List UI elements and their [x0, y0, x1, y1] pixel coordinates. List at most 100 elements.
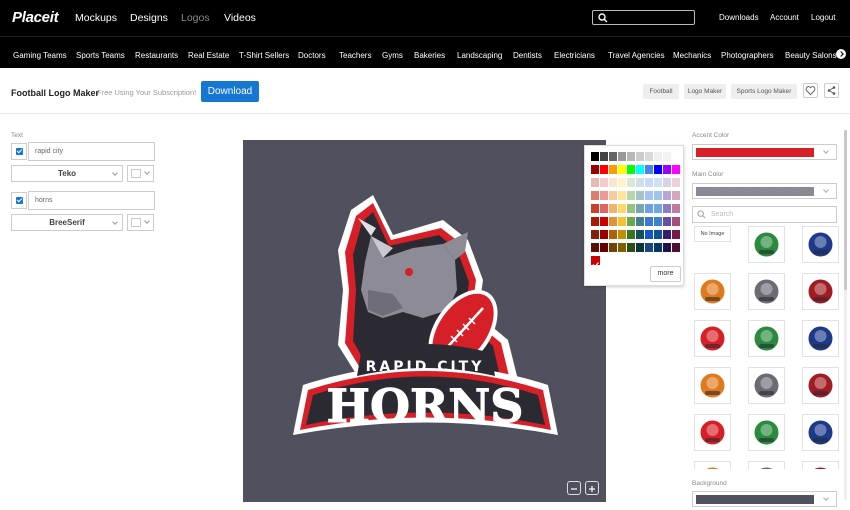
- category-item[interactable]: Landscaping: [457, 51, 502, 60]
- text1-input[interactable]: rapid city: [28, 142, 155, 161]
- color-swatch[interactable]: [636, 178, 644, 187]
- color-swatch[interactable]: [591, 230, 599, 239]
- thumbnail-mascot-face-icon[interactable]: [748, 320, 785, 357]
- color-swatch[interactable]: [636, 243, 644, 252]
- category-item[interactable]: Dentists: [513, 51, 542, 60]
- color-swatch[interactable]: [591, 243, 599, 252]
- color-swatch[interactable]: [600, 204, 608, 213]
- tag-sports-logo-maker[interactable]: Sports Logo Maker: [731, 84, 797, 99]
- thumbnail-no-image[interactable]: No Image: [694, 226, 731, 242]
- color-swatch[interactable]: [600, 230, 608, 239]
- color-swatch[interactable]: [645, 152, 653, 161]
- color-swatch[interactable]: [591, 191, 599, 200]
- color-swatch[interactable]: [627, 152, 635, 161]
- color-swatch[interactable]: [609, 217, 617, 226]
- color-swatch[interactable]: [663, 243, 671, 252]
- thumbnail-helmet-icon[interactable]: [802, 461, 839, 469]
- color-swatch[interactable]: [609, 191, 617, 200]
- more-colors-button[interactable]: more: [650, 266, 681, 282]
- color-swatch[interactable]: [618, 178, 626, 187]
- category-item[interactable]: Bakeries: [414, 51, 445, 60]
- color-swatch[interactable]: [645, 178, 653, 187]
- color-swatch[interactable]: [609, 152, 617, 161]
- color-swatch[interactable]: [609, 243, 617, 252]
- color-swatch[interactable]: [636, 230, 644, 239]
- zoom-out-button[interactable]: [567, 481, 581, 495]
- thumbnail-rhino-mascot-icon[interactable]: [748, 226, 785, 263]
- category-item[interactable]: Sports Teams: [76, 51, 125, 60]
- color-swatch[interactable]: [627, 178, 635, 187]
- thumbnail-football-player-icon[interactable]: [694, 273, 731, 310]
- color-swatch[interactable]: [636, 191, 644, 200]
- scrollbar[interactable]: [843, 130, 848, 500]
- color-swatch[interactable]: [627, 204, 635, 213]
- chevron-right-icon[interactable]: [836, 49, 846, 59]
- color-swatch[interactable]: [645, 230, 653, 239]
- thumbnail-football-player-icon[interactable]: [748, 273, 785, 310]
- color-swatch[interactable]: [609, 165, 617, 174]
- color-swatch[interactable]: [672, 243, 680, 252]
- color-swatch[interactable]: [600, 178, 608, 187]
- color-swatch[interactable]: [636, 165, 644, 174]
- color-swatch[interactable]: [609, 178, 617, 187]
- color-swatch[interactable]: [654, 191, 662, 200]
- category-item[interactable]: Teachers: [339, 51, 371, 60]
- color-swatch[interactable]: [654, 178, 662, 187]
- color-swatch[interactable]: [591, 204, 599, 213]
- thumbnail-football-player-icon[interactable]: [802, 226, 839, 263]
- text2-font-select[interactable]: BreeSerif: [11, 214, 123, 231]
- color-swatch[interactable]: [600, 165, 608, 174]
- color-swatch[interactable]: [663, 230, 671, 239]
- color-swatch[interactable]: [627, 191, 635, 200]
- color-swatch[interactable]: [654, 243, 662, 252]
- color-swatch[interactable]: [663, 191, 671, 200]
- color-swatch[interactable]: [618, 204, 626, 213]
- color-swatch[interactable]: [636, 217, 644, 226]
- text1-checkbox[interactable]: [11, 143, 27, 160]
- category-item[interactable]: Real Estate: [188, 51, 229, 60]
- category-item[interactable]: Restaurants: [135, 51, 178, 60]
- thumbnail-football-icon[interactable]: [802, 367, 839, 404]
- design-canvas[interactable]: RAPID CITY HORNS: [243, 140, 606, 502]
- color-swatch[interactable]: [627, 217, 635, 226]
- color-swatch[interactable]: [636, 152, 644, 161]
- tag-football[interactable]: Football: [643, 84, 679, 99]
- color-swatch[interactable]: [636, 204, 644, 213]
- thumbnail-player-icon[interactable]: [748, 414, 785, 451]
- color-swatch[interactable]: [627, 243, 635, 252]
- color-swatch[interactable]: [627, 230, 635, 239]
- color-swatch[interactable]: [591, 165, 599, 174]
- category-item[interactable]: Beauty Salons: [785, 51, 837, 60]
- selected-color-swatch[interactable]: [591, 256, 600, 268]
- color-swatch[interactable]: [645, 204, 653, 213]
- text2-checkbox[interactable]: [11, 192, 27, 209]
- thumbnail-player-icon[interactable]: [748, 461, 785, 469]
- thumbnail-mascot-face-icon[interactable]: [802, 320, 839, 357]
- accent-color-select[interactable]: [692, 144, 837, 160]
- zoom-in-button[interactable]: [585, 481, 599, 495]
- color-swatch[interactable]: [609, 230, 617, 239]
- color-swatch[interactable]: [672, 217, 680, 226]
- color-swatch[interactable]: [654, 230, 662, 239]
- thumbnail-helmet-icon[interactable]: [694, 367, 731, 404]
- color-swatch[interactable]: [618, 152, 626, 161]
- category-item[interactable]: Gyms: [382, 51, 403, 60]
- color-swatch[interactable]: [609, 204, 617, 213]
- account-link[interactable]: Account: [770, 13, 799, 22]
- color-swatch[interactable]: [672, 152, 680, 161]
- color-swatch[interactable]: [654, 204, 662, 213]
- color-swatch[interactable]: [654, 152, 662, 161]
- color-swatch[interactable]: [663, 152, 671, 161]
- nav-designs[interactable]: Designs: [130, 12, 168, 24]
- category-item[interactable]: Gaming Teams: [13, 51, 67, 60]
- tag-logo-maker[interactable]: Logo Maker: [684, 84, 726, 99]
- nav-logos[interactable]: Logos: [181, 12, 210, 24]
- color-swatch[interactable]: [645, 217, 653, 226]
- category-item[interactable]: Electricians: [554, 51, 595, 60]
- text1-color-select[interactable]: [127, 165, 154, 182]
- color-swatch[interactable]: [600, 217, 608, 226]
- color-swatch[interactable]: [672, 165, 680, 174]
- color-swatch[interactable]: [645, 243, 653, 252]
- color-swatch[interactable]: [663, 204, 671, 213]
- thumbnail-helmet-icon[interactable]: [694, 461, 731, 469]
